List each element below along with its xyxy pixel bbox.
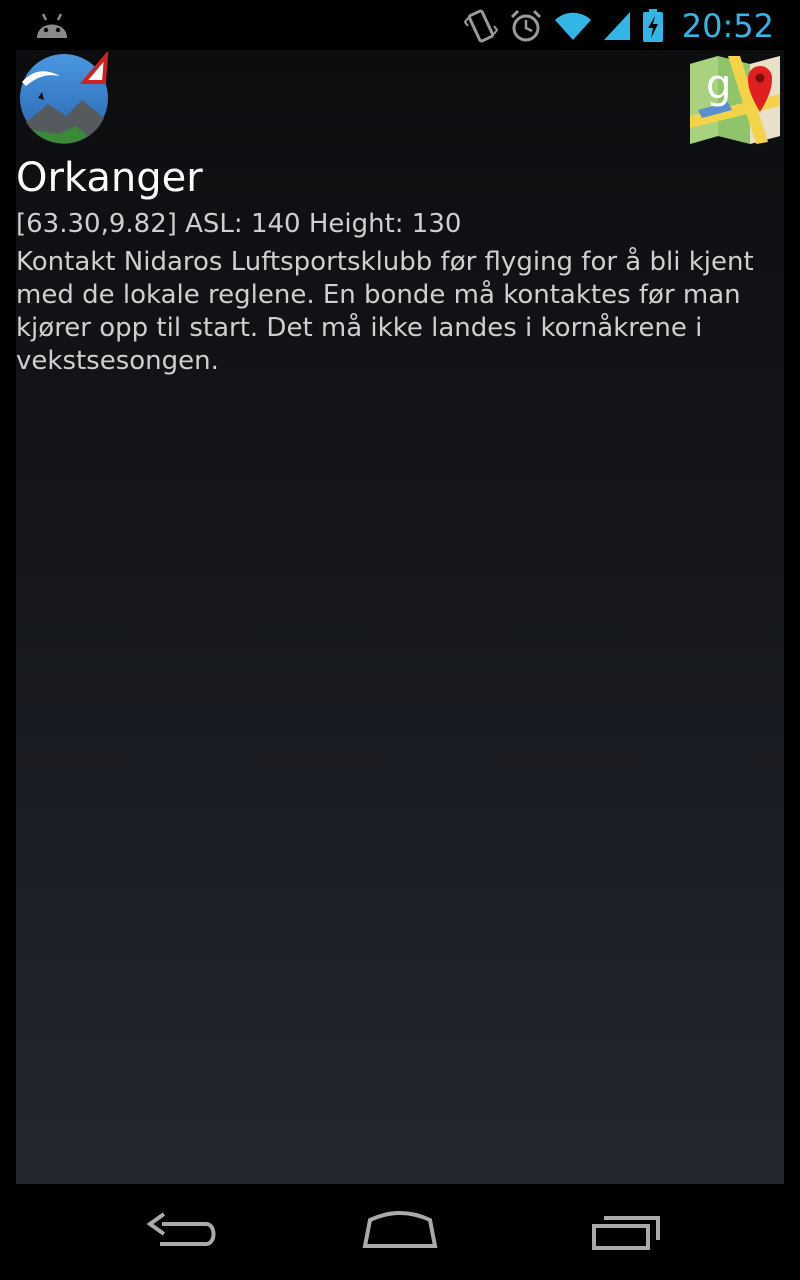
home-icon[interactable]	[345, 1204, 455, 1260]
recents-icon[interactable]	[570, 1204, 680, 1260]
status-bar: 20:52	[0, 0, 800, 50]
vibrate-icon	[463, 9, 498, 43]
paragliding-app-icon	[20, 52, 109, 144]
back-icon[interactable]	[122, 1204, 232, 1260]
site-name: Orkanger	[16, 155, 203, 201]
navigation-bar	[0, 1184, 800, 1280]
alarm-icon	[510, 9, 541, 42]
signal-icon	[603, 12, 630, 40]
clock: 20:52	[681, 7, 774, 45]
site-coordinates-info: [63.30,9.82] ASL: 140 Height: 130	[16, 209, 462, 239]
android-debug-icon	[37, 13, 67, 38]
svg-text:g: g	[706, 62, 731, 108]
battery-charging-icon	[642, 9, 663, 42]
google-maps-icon[interactable]: g	[688, 54, 782, 144]
system-status-icons: 20:52	[463, 6, 774, 46]
site-details: g Orkanger [63.30,9.82] ASL: 140 Height:…	[16, 50, 784, 1184]
wifi-icon	[554, 12, 591, 40]
notifications-area	[34, 10, 70, 44]
site-description: Kontakt Nidaros Luftsportsklubb før flyg…	[16, 247, 754, 376]
